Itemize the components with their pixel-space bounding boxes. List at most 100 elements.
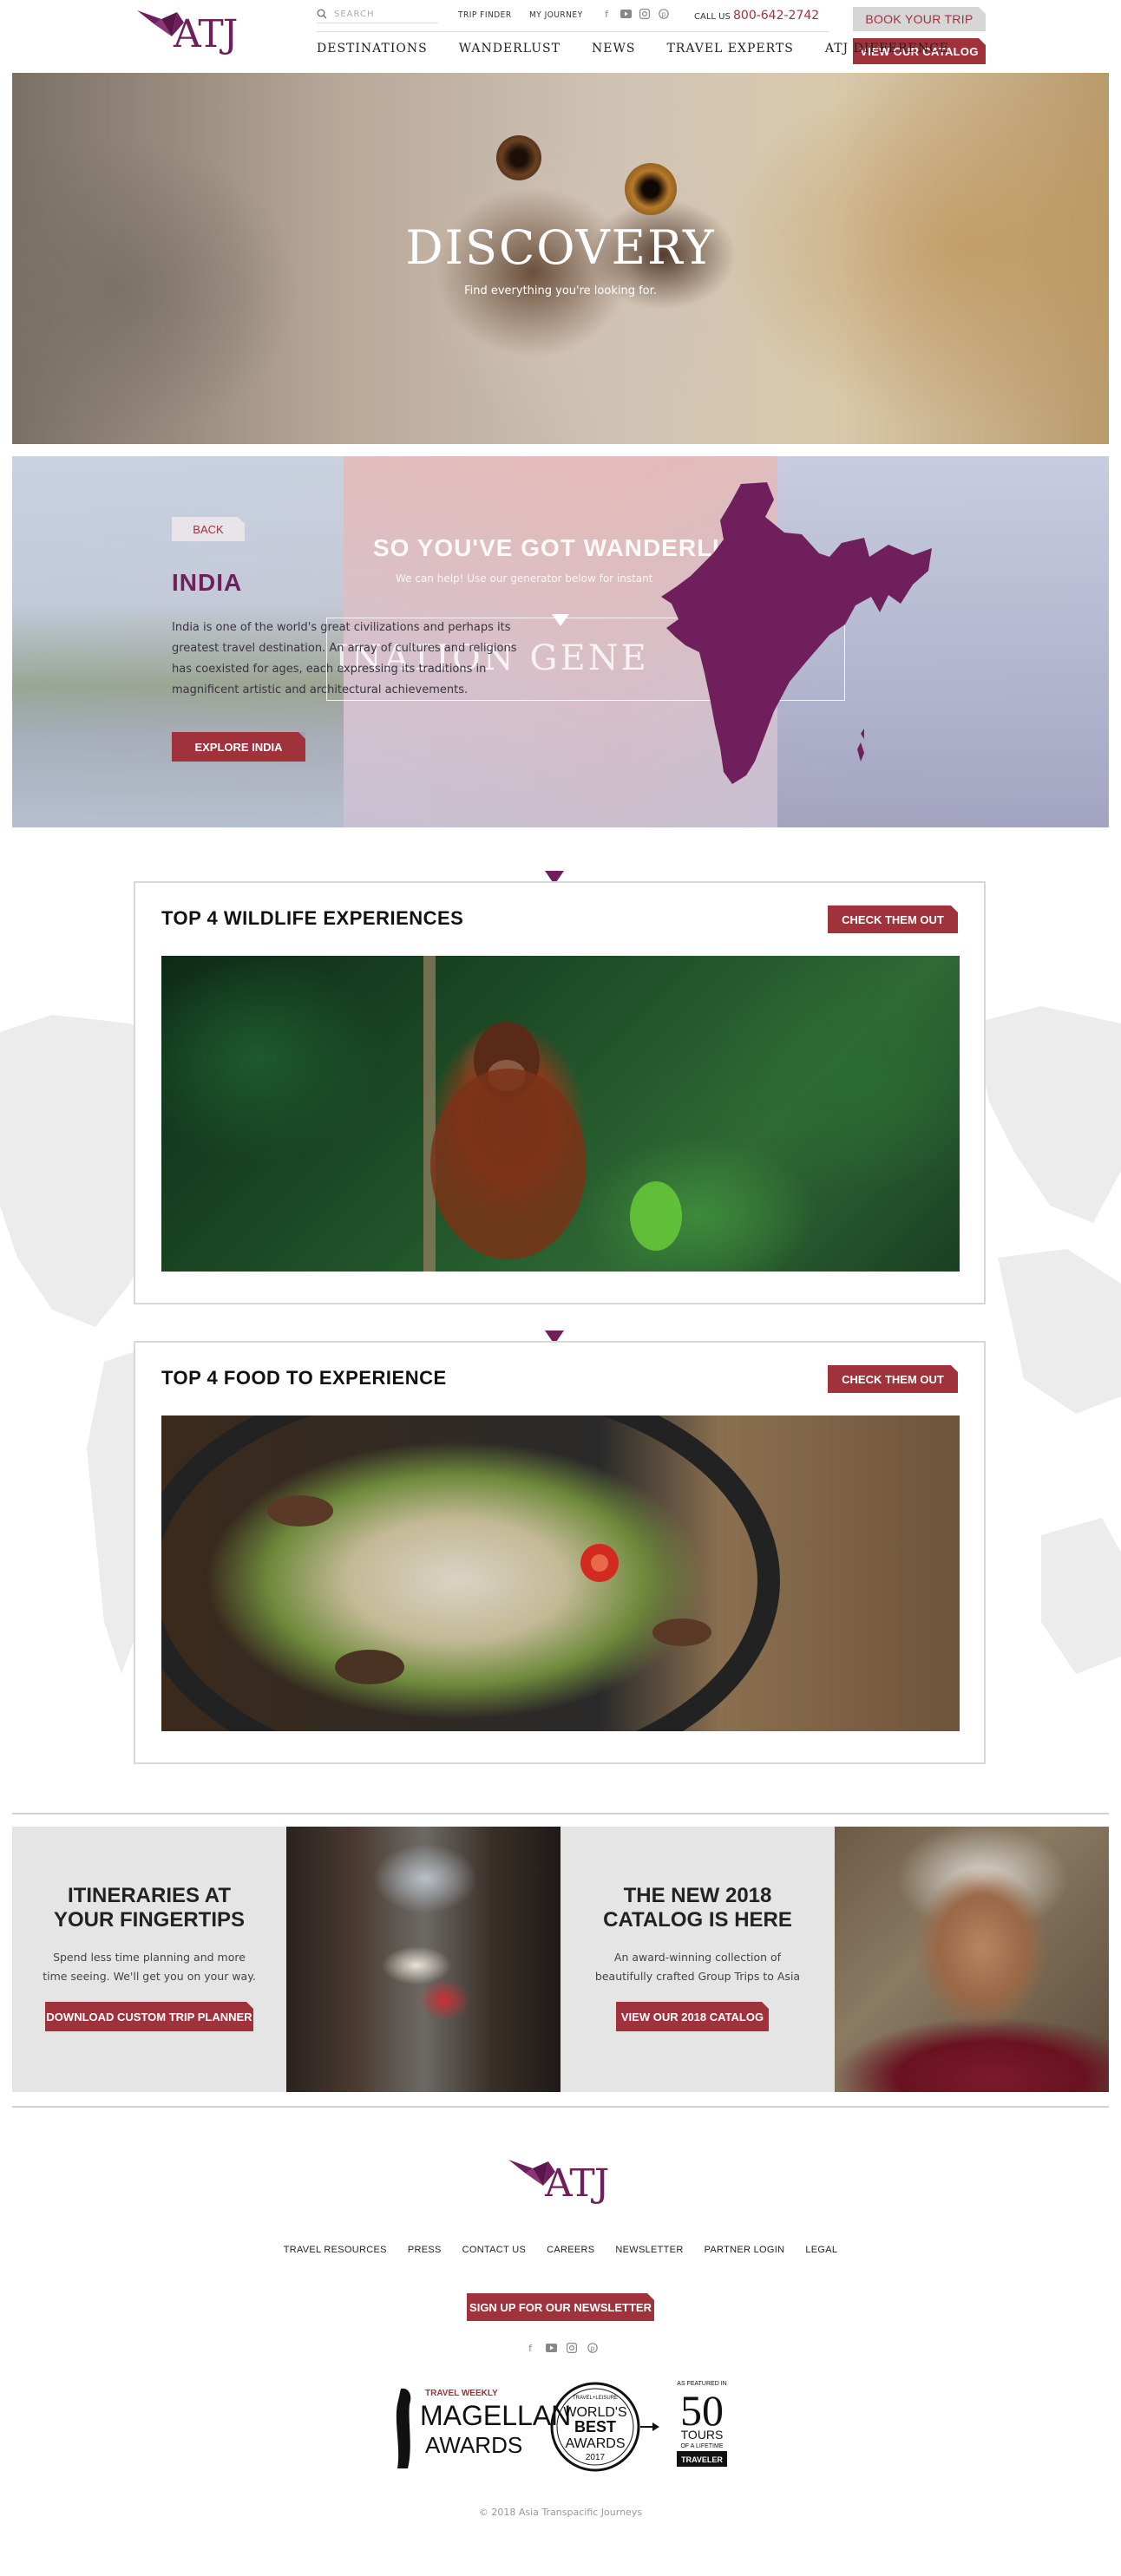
wildlife-check-label: CHECK THEM OUT xyxy=(842,912,944,926)
view-2018-catalog-label: VIEW OUR 2018 CATALOG xyxy=(620,2010,764,2024)
main-nav: DESTINATIONS WANDERLUST NEWS TRAVEL EXPE… xyxy=(317,42,980,56)
call-label: CALL US xyxy=(694,12,731,22)
fifty-tours-badge: AS FEATURED IN 50 TOURS OF A LIFETIME TR… xyxy=(677,2381,727,2467)
footer-social-links: f p xyxy=(524,2342,599,2354)
facebook-icon[interactable]: f xyxy=(600,8,613,20)
footer-logo[interactable]: ATJ xyxy=(507,2156,620,2213)
logo-wordmark: ATJ xyxy=(174,12,238,56)
wba-top-text: TRAVEL+LEISURE xyxy=(573,2396,618,2401)
facebook-icon[interactable]: f xyxy=(524,2342,536,2354)
trip-planner-title-line2: YOUR FINGERTIPS xyxy=(53,1908,246,1932)
food-card: TOP 4 FOOD TO EXPERIENCE CHECK THEM OUT xyxy=(134,1341,986,1764)
button-corner xyxy=(246,2002,253,2009)
svg-text:p: p xyxy=(661,10,665,18)
footer-link-legal[interactable]: LEGAL xyxy=(805,2245,837,2255)
view-2018-catalog-button[interactable]: VIEW OUR 2018 CATALOG xyxy=(616,2002,769,2031)
catalog-body-line1: An award-winning collection of xyxy=(613,1951,782,1964)
trip-planner-title: ITINERARIES AT YOUR FINGERTIPS xyxy=(12,1884,286,1932)
food-check-button[interactable]: CHECK THEM OUT xyxy=(828,1365,958,1393)
instagram-icon[interactable] xyxy=(639,8,651,20)
nav-wanderlust[interactable]: WANDERLUST xyxy=(459,42,560,56)
catalog-title: THE NEW 2018 CATALOG IS HERE xyxy=(560,1884,835,1932)
wildlife-card-title: TOP 4 WILDLIFE EXPERIENCES xyxy=(161,907,464,929)
catalog-title-line1: THE NEW 2018 xyxy=(623,1884,772,1907)
orangutan-illustration xyxy=(423,956,682,1272)
awards-row: TRAVEL WEEKLY MAGELLAN AWARDS TRAVEL+LEI… xyxy=(396,2381,727,2472)
footer-link-careers[interactable]: CAREERS xyxy=(547,2245,594,2255)
trip-planner-body: Spend less time planning and more time s… xyxy=(12,1948,286,1986)
search-input[interactable]: SEARCH xyxy=(317,9,438,23)
footer-link-press[interactable]: PRESS xyxy=(408,2245,442,2255)
pinterest-icon[interactable]: p xyxy=(587,2342,599,2354)
tours-brand: TRAVELER xyxy=(681,2455,723,2464)
tours-lifetime: OF A LIFETIME xyxy=(680,2443,723,2449)
nav-divider xyxy=(317,31,829,32)
button-corner xyxy=(951,906,958,912)
monkey-eye-left xyxy=(496,135,541,180)
generator-subtitle: We can help! Use our generator below for… xyxy=(396,572,653,585)
back-label: BACK xyxy=(193,522,224,536)
magellan-top-text: TRAVEL WEEKLY xyxy=(425,2389,498,2398)
download-planner-label: DOWNLOAD CUSTOM TRIP PLANNER xyxy=(46,2010,252,2024)
atj-logo[interactable]: ATJ xyxy=(135,7,248,64)
food-card-title: TOP 4 FOOD TO EXPERIENCE xyxy=(161,1367,447,1389)
button-corner xyxy=(979,7,986,14)
svg-text:p: p xyxy=(590,2344,594,2352)
button-corner xyxy=(238,517,245,524)
nav-atj-difference[interactable]: ATJ DIFFERENCE xyxy=(825,42,949,56)
footer-logo-wordmark: ATJ xyxy=(545,2161,609,2206)
orangutan-image[interactable] xyxy=(161,956,960,1272)
button-corner xyxy=(647,2293,654,2300)
youtube-icon[interactable] xyxy=(545,2342,557,2354)
catalog-title-line2: CATALOG IS HERE xyxy=(603,1908,792,1932)
wildlife-card: TOP 4 WILDLIFE EXPERIENCES CHECK THEM OU… xyxy=(134,881,986,1304)
kyoto-street-image xyxy=(286,1827,560,2092)
search-placeholder: SEARCH xyxy=(334,9,375,19)
hero-subtitle: Find everything you're looking for. xyxy=(464,284,657,297)
noodle-soup-image[interactable] xyxy=(161,1415,960,1731)
section-divider xyxy=(12,2106,1109,2108)
book-trip-button[interactable]: BOOK YOUR TRIP xyxy=(853,7,986,31)
explore-india-button[interactable]: EXPLORE INDIA xyxy=(172,732,305,762)
awards-word: AWARDS xyxy=(425,2432,522,2458)
nav-news[interactable]: NEWS xyxy=(592,42,635,56)
tours-word: TOURS xyxy=(681,2428,724,2442)
magellan-word: MAGELLAN xyxy=(420,2400,571,2431)
newsletter-signup-button[interactable]: SIGN UP FOR OUR NEWSLETTER xyxy=(467,2293,654,2321)
india-map[interactable] xyxy=(637,482,967,803)
destination-description: India is one of the world's great civili… xyxy=(172,621,517,696)
header-social-links: f p xyxy=(600,8,670,20)
wildlife-check-button[interactable]: CHECK THEM OUT xyxy=(828,906,958,933)
catalog-body: An award-winning collection of beautiful… xyxy=(560,1948,835,1986)
trip-finder-link[interactable]: TRIP FINDER xyxy=(458,10,512,20)
pinterest-icon[interactable]: p xyxy=(658,8,670,20)
footer-link-newsletter[interactable]: NEWSLETTER xyxy=(615,2245,683,2255)
smiling-man-image xyxy=(835,1827,1109,2092)
footer-link-travel-resources[interactable]: TRAVEL RESOURCES xyxy=(284,2245,387,2255)
nav-travel-experts[interactable]: TRAVEL EXPERTS xyxy=(666,42,793,56)
back-button[interactable]: BACK xyxy=(172,517,245,541)
phone-number[interactable]: 800-642-2742 xyxy=(733,9,819,23)
wba-year: 2017 xyxy=(586,2453,606,2462)
book-trip-label: BOOK YOUR TRIP xyxy=(865,12,974,26)
copyright: © 2018 Asia Transpacific Journeys xyxy=(478,2507,643,2518)
magellan-awards-badge: TRAVEL WEEKLY MAGELLAN AWARDS xyxy=(396,2388,571,2468)
my-journey-link[interactable]: MY JOURNEY xyxy=(529,10,583,20)
footer-link-contact-us[interactable]: CONTACT US xyxy=(462,2245,527,2255)
trip-planner-body-line1: Spend less time planning and more xyxy=(53,1951,246,1964)
footer-links: TRAVEL RESOURCES PRESS CONTACT US CAREER… xyxy=(0,2245,1121,2255)
monkey-eye-right xyxy=(625,163,677,215)
trip-planner-body-line2: time seeing. We'll get you on your way. xyxy=(43,1970,256,1983)
footer-link-partner-login[interactable]: PARTNER LOGIN xyxy=(705,2245,785,2255)
button-corner xyxy=(951,1365,958,1372)
download-planner-button[interactable]: DOWNLOAD CUSTOM TRIP PLANNER xyxy=(45,2002,253,2031)
site-header: ATJ SEARCH TRIP FINDER MY JOURNEY f p CA… xyxy=(0,0,1121,71)
nav-destinations[interactable]: DESTINATIONS xyxy=(317,42,428,56)
food-check-label: CHECK THEM OUT xyxy=(842,1372,944,1386)
trip-planner-promo: ITINERARIES AT YOUR FINGERTIPS Spend les… xyxy=(12,1827,560,2092)
catalog-body-line2: beautifully crafted Group Trips to Asia xyxy=(594,1970,801,1983)
hero-title: DISCOVERY xyxy=(405,220,716,275)
instagram-icon[interactable] xyxy=(566,2342,578,2354)
newsletter-signup-label: SIGN UP FOR OUR NEWSLETTER xyxy=(469,2300,652,2314)
youtube-icon[interactable] xyxy=(620,8,632,20)
